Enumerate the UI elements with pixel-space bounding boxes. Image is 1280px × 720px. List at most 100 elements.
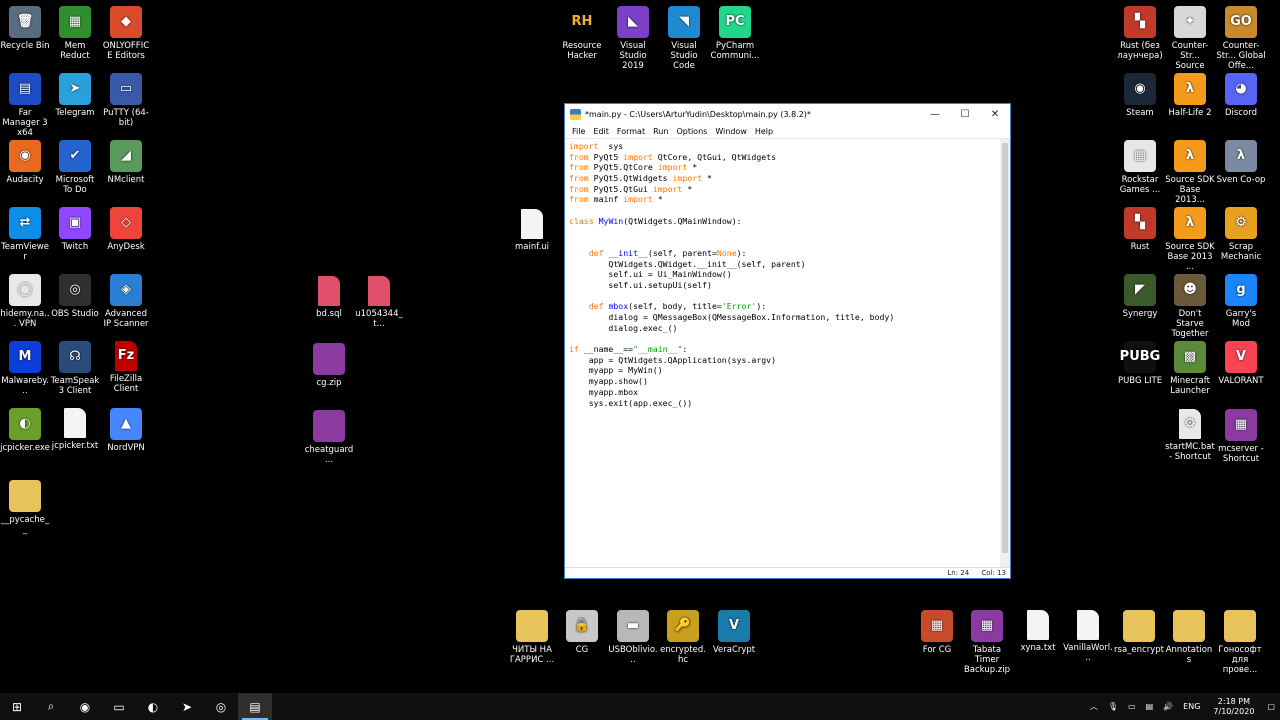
desktop-icon[interactable]: ⚙ startMC.bat - Shortcut xyxy=(1165,409,1215,462)
desktop-icon[interactable]: ▦ Rockstar Games ... xyxy=(1115,140,1165,195)
desktop-icon[interactable]: RH Resource Hacker xyxy=(557,6,607,61)
window-titlebar[interactable]: *main.py - C:\Users\ArturYudin\Desktop\m… xyxy=(565,104,1010,124)
desktop-icon-label: ONLYOFFICE Editors xyxy=(102,41,150,61)
desktop-icon[interactable]: ▚ Rust (без лаунчера) xyxy=(1115,6,1165,61)
desktop-icon[interactable]: 🔑 encrypted.hc xyxy=(658,610,708,665)
desktop-icon[interactable]: PUBG PUBG LITE xyxy=(1115,341,1165,386)
desktop-icon[interactable]: ЧИТЫ НА ГАРРИС ... xyxy=(507,610,557,665)
desktop-icon[interactable]: ◈ Advanced IP Scanner xyxy=(101,274,151,329)
menu-item-options[interactable]: Options xyxy=(676,127,707,136)
desktop-icon[interactable]: λ Half-Life 2 xyxy=(1165,73,1215,118)
desktop-icon[interactable]: mainf.ui xyxy=(507,209,557,252)
desktop-icon[interactable]: ◐ jcpicker.exe xyxy=(0,408,50,453)
desktop-icon[interactable]: g Garry's Mod xyxy=(1216,274,1266,329)
desktop-icon[interactable]: ⇄ TeamViewer xyxy=(0,207,50,262)
telegram-icon[interactable]: ➤ xyxy=(170,693,204,720)
desktop-icon[interactable]: ➤ Telegram xyxy=(50,73,100,118)
desktop-icon[interactable]: ◢ NMclient xyxy=(101,140,151,185)
firefox-icon[interactable]: ◉ xyxy=(68,693,102,720)
desktop-icon[interactable]: ▤ Far Manager 3 x64 xyxy=(0,73,50,138)
desktop-icon[interactable]: cheatguard... xyxy=(304,410,354,465)
desktop-icon[interactable]: ◎ OBS Studio xyxy=(50,274,100,319)
desktop-icon[interactable]: λ Sven Co-op xyxy=(1216,140,1266,185)
desktop-icon[interactable]: ◉ Steam xyxy=(1115,73,1165,118)
obs-icon[interactable]: ◎ xyxy=(204,693,238,720)
rust-icon: ▚ xyxy=(1124,6,1156,38)
desktop-icon[interactable]: bd.sql xyxy=(304,276,354,319)
code-token: mbox xyxy=(608,301,629,312)
desktop-icon[interactable]: Annotations xyxy=(1164,610,1214,665)
desktop-icon[interactable]: ◤ Synergy xyxy=(1115,274,1165,319)
code-editor[interactable]: import sys from PyQt5 import QtCore, QtGu… xyxy=(565,139,1000,567)
desktop-icon[interactable]: ◉ Audacity xyxy=(0,140,50,185)
desktop-icon[interactable]: V VALORANT xyxy=(1216,341,1266,386)
desktop-icon[interactable]: ☻ Don't Starve Together xyxy=(1165,274,1215,339)
desktop-icon[interactable]: 🔒 CG xyxy=(557,610,607,655)
clock[interactable]: 2:18 PM 7/10/2020 xyxy=(1213,697,1254,717)
desktop-icon[interactable]: Fz FileZilla Client xyxy=(101,341,151,394)
menu-item-format[interactable]: Format xyxy=(617,127,645,136)
chevron-up-icon[interactable]: ︿ xyxy=(1090,701,1098,712)
desktop-icon[interactable]: PC PyCharm Communi... xyxy=(710,6,760,61)
desktop-icon[interactable]: ▦ For CG xyxy=(912,610,962,655)
menu-item-edit[interactable]: Edit xyxy=(593,127,609,136)
file-explorer-icon[interactable]: ▭ xyxy=(102,693,136,720)
edge-icon[interactable]: ◐ xyxy=(136,693,170,720)
desktop-icon[interactable]: ✦ Counter-Str... Source xyxy=(1165,6,1215,71)
minimize-button[interactable]: — xyxy=(920,104,950,124)
desktop-icon[interactable]: ◕ Discord xyxy=(1216,73,1266,118)
desktop-icon[interactable]: ☊ TeamSpeak 3 Client xyxy=(50,341,100,396)
language-indicator[interactable]: ENG xyxy=(1183,702,1200,711)
volume-icon[interactable]: 🔊 xyxy=(1163,702,1173,711)
desktop-icon[interactable]: ▬ USBOblivio... xyxy=(608,610,658,665)
desktop-icon[interactable]: V VeraCrypt xyxy=(709,610,759,655)
desktop-icon[interactable]: xyna.txt xyxy=(1013,610,1063,653)
desktop-icon[interactable]: ◇ AnyDesk xyxy=(101,207,151,252)
desktop-icon[interactable]: u1054344_t... xyxy=(354,276,404,329)
menu-item-run[interactable]: Run xyxy=(653,127,668,136)
desktop-icon[interactable]: cg.zip xyxy=(304,343,354,388)
desktop-icon[interactable]: ▦ Mem Reduct xyxy=(50,6,100,61)
desktop-icon[interactable]: ▦ mcserver - Shortcut xyxy=(1216,409,1266,464)
desktop-icon[interactable]: ▲ NordVPN xyxy=(101,408,151,453)
desktop-icon[interactable]: __pycache__ xyxy=(0,480,50,535)
idle-editor-window[interactable]: *main.py - C:\Users\ArturYudin\Desktop\m… xyxy=(564,103,1011,579)
desktop-icon[interactable]: ◣ Visual Studio 2019 xyxy=(608,6,658,71)
desktop-icon[interactable]: M Malwareby... xyxy=(0,341,50,396)
desktop-icon[interactable]: ▦ Tabata Timer Backup.zip xyxy=(962,610,1012,675)
scrollbar-thumb[interactable] xyxy=(1002,143,1008,553)
desktop-icon[interactable]: λ Source SDK Base 2013 ... xyxy=(1165,207,1215,272)
maximize-button[interactable]: ☐ xyxy=(950,104,980,124)
desktop-icon[interactable]: 🗑 Recycle Bin xyxy=(0,6,50,51)
desktop-icon[interactable]: ▚ Rust xyxy=(1115,207,1165,252)
desktop-icon[interactable]: ▣ Twitch xyxy=(50,207,100,252)
desktop-icon[interactable]: jcpicker.txt xyxy=(50,408,100,451)
menu-item-window[interactable]: Window xyxy=(715,127,747,136)
desktop-icon[interactable]: ◥ Visual Studio Code xyxy=(659,6,709,71)
desktop-icon[interactable]: VanillaWorl... xyxy=(1063,610,1113,663)
desktop-icon[interactable]: ◯ hidemy.na... VPN xyxy=(0,274,50,329)
desktop-icon[interactable]: ▩ Minecraft Launcher xyxy=(1165,341,1215,396)
desktop-icon[interactable]: ✔ Microsoft To Do xyxy=(50,140,100,195)
vertical-scrollbar[interactable] xyxy=(1000,139,1010,567)
desktop-icon[interactable]: GO Counter-Str... Global Offe... xyxy=(1216,6,1266,71)
desktop-icon[interactable]: rsa_encrypt xyxy=(1114,610,1164,655)
microphone-icon[interactable]: 🎙 xyxy=(1108,702,1118,711)
desktop-icon[interactable]: ▭ PuTTY (64-bit) xyxy=(101,73,151,128)
desktop-icon[interactable]: Гонософт для прове... xyxy=(1215,610,1265,675)
windows-start-icon[interactable]: ⊞ xyxy=(0,693,34,720)
code-token: 'Error' xyxy=(721,301,757,312)
desktop-icon[interactable]: λ Source SDK Base 2013... xyxy=(1165,140,1215,205)
status-bar: Ln: 24 Col: 13 xyxy=(565,567,1010,578)
desktop-icon[interactable]: ⚙ Scrap Mechanic xyxy=(1216,207,1266,262)
code-line: def mbox(self, body, title='Error'): xyxy=(569,301,996,312)
menu-item-file[interactable]: File xyxy=(572,127,585,136)
desktop-icon[interactable]: ◆ ONLYOFFICE Editors xyxy=(101,6,151,61)
close-button[interactable]: ✕ xyxy=(980,104,1010,124)
network-icon[interactable]: ▤ xyxy=(1146,702,1154,711)
idle-python-icon[interactable]: ▤ xyxy=(238,693,272,720)
battery-icon[interactable]: ▭ xyxy=(1128,702,1136,711)
notifications-icon[interactable]: ▢ xyxy=(1267,702,1275,711)
search-icon[interactable]: ⌕ xyxy=(34,693,68,720)
menu-item-help[interactable]: Help xyxy=(755,127,773,136)
